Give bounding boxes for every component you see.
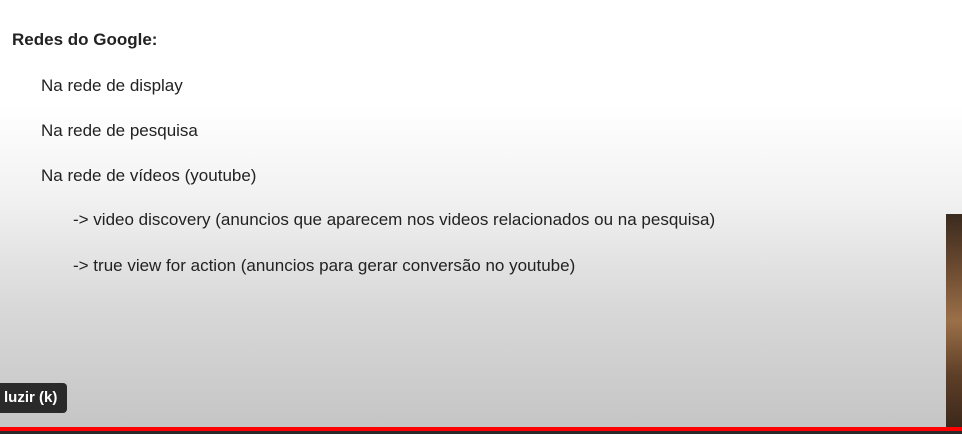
list-item-display: Na rede de display bbox=[41, 76, 183, 95]
video-frame[interactable]: Redes do Google: Na rede de display Na r… bbox=[0, 0, 962, 434]
presenter-video-edge bbox=[946, 214, 962, 428]
list-subitem-true-view: -> true view for action (anuncios para g… bbox=[73, 256, 576, 275]
list-subitem-video-discovery: -> video discovery (anuncios que aparece… bbox=[73, 210, 716, 229]
slide-heading: Redes do Google: bbox=[12, 30, 158, 49]
play-tooltip: luzir (k) bbox=[0, 383, 68, 413]
list-item-videos: Na rede de vídeos (youtube) bbox=[41, 166, 257, 185]
list-item-search: Na rede de pesquisa bbox=[41, 121, 198, 140]
